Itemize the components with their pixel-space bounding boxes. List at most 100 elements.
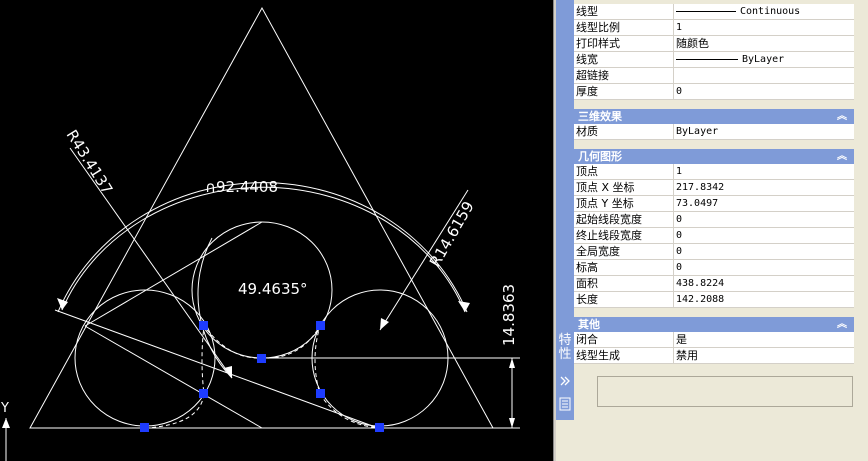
property-value[interactable]: ByLayer (674, 124, 854, 139)
property-row-area[interactable]: 面积 438.8224 (574, 276, 854, 292)
property-row-elevation[interactable]: 标高 0 (574, 260, 854, 276)
grip[interactable] (257, 354, 266, 363)
property-value[interactable]: 438.8224 (674, 276, 854, 291)
section-3d-effects[interactable]: 三维效果 ︽ (574, 109, 854, 124)
vertical-dimension: 14.8363 (500, 284, 518, 346)
grip[interactable] (316, 321, 325, 330)
general-properties-grid: 线型 Continuous 线型比例 1 打印样式 随颜色 线宽 ByLayer… (574, 4, 854, 100)
property-label: 标高 (574, 260, 674, 275)
drawing-canvas[interactable]: ∩92.4408 49.4635° R43.4137 R14.6159 14.8… (0, 0, 553, 461)
property-row-closed[interactable]: 闭合是 (574, 332, 854, 348)
property-value[interactable]: 禁用 (674, 348, 854, 363)
property-value[interactable]: 0 (674, 228, 854, 243)
property-label: 顶点 (574, 164, 674, 179)
property-label: 线型生成 (574, 348, 674, 363)
property-row-start-width[interactable]: 起始线段宽度 0 (574, 212, 854, 228)
section-title: 三维效果 (578, 110, 622, 123)
section-title: 几何图形 (578, 150, 622, 163)
linetype-sample (676, 10, 736, 12)
other-properties-grid: 闭合是 线型生成 禁用 (574, 332, 854, 364)
property-label: 超链接 (574, 68, 674, 83)
property-row-linetype-generation[interactable]: 线型生成 禁用 (574, 348, 854, 364)
property-value[interactable]: Continuous (674, 4, 854, 19)
auto-hide-icon[interactable] (559, 374, 571, 388)
property-label: 闭合 (574, 332, 674, 347)
circle-left (74, 289, 216, 427)
grip[interactable] (140, 423, 149, 432)
property-label: 起始线段宽度 (574, 212, 674, 227)
property-row-thickness[interactable]: 厚度 0 (574, 84, 854, 100)
property-row-end-width[interactable]: 终止线段宽度 0 (574, 228, 854, 244)
radius-right-dimension: R14.6159 (426, 198, 478, 270)
arc-length-dimension: ∩92.4408 (205, 178, 278, 196)
property-value[interactable]: 1 (674, 164, 854, 179)
property-value[interactable]: 142.2088 (674, 292, 854, 307)
property-row-vertex[interactable]: 顶点 1 (574, 164, 854, 180)
tangent-line-1 (54, 309, 379, 429)
arrow-leader-right (380, 318, 389, 330)
property-row-vertex-x[interactable]: 顶点 X 坐标 217.8342 (574, 180, 854, 196)
property-label: 线型 (574, 4, 674, 19)
section-title: 其他 (578, 318, 600, 331)
arrow-arc-right (458, 301, 470, 312)
property-label: 打印样式 (574, 36, 674, 51)
tangent-line-3 (84, 325, 263, 429)
arrow-dim-bottom (509, 418, 515, 428)
property-row-material[interactable]: 材质 ByLayer (574, 124, 854, 140)
collapse-icon[interactable]: ︽ (837, 109, 847, 124)
property-label: 终止线段宽度 (574, 228, 674, 243)
property-row-linetype-scale[interactable]: 线型比例 1 (574, 20, 854, 36)
property-label: 线型比例 (574, 20, 674, 35)
section-geometry[interactable]: 几何图形 ︽ (574, 149, 854, 164)
property-label: 材质 (574, 124, 674, 139)
property-row-global-width[interactable]: 全局宽度 0 (574, 244, 854, 260)
property-value[interactable]: 1 (674, 20, 854, 35)
property-value[interactable]: 0 (674, 84, 854, 99)
property-value[interactable]: 0 (674, 212, 854, 227)
section-other[interactable]: 其他 ︽ (574, 317, 854, 332)
angle-arc (197, 237, 233, 379)
lineweight-value: ByLayer (742, 54, 785, 65)
property-row-vertex-y[interactable]: 顶点 Y 坐标 73.0497 (574, 196, 854, 212)
description-box (597, 376, 853, 407)
collapse-icon[interactable]: ︽ (837, 149, 847, 164)
triangle-outline (29, 6, 494, 429)
tangent-line-2 (84, 221, 263, 327)
property-label: 长度 (574, 292, 674, 307)
property-value[interactable]: 随颜色 (674, 36, 854, 51)
angle-dimension: 49.4635° (238, 280, 308, 298)
properties-menu-icon[interactable] (559, 397, 571, 411)
property-row-linetype[interactable]: 线型 Continuous (574, 4, 854, 20)
property-value[interactable]: 0 (674, 260, 854, 275)
property-value[interactable]: 217.8342 (674, 180, 854, 195)
property-value[interactable]: 是 (674, 332, 854, 347)
property-label: 线宽 (574, 52, 674, 67)
properties-panel: 特性 线型 Continuous 线型比例 1 打印样式 随颜色 线宽 ByLa… (553, 0, 868, 461)
property-value[interactable] (674, 68, 854, 83)
linetype-value: Continuous (740, 6, 801, 17)
grip[interactable] (199, 321, 208, 330)
grip[interactable] (375, 423, 384, 432)
property-value[interactable]: 73.0497 (674, 196, 854, 211)
grip[interactable] (199, 389, 208, 398)
ucs-y-label: Y (0, 401, 9, 416)
property-label: 面积 (574, 276, 674, 291)
property-row-lineweight[interactable]: 线宽 ByLayer (574, 52, 854, 68)
panel-title-strip[interactable]: 特性 (556, 0, 574, 420)
property-label: 厚度 (574, 84, 674, 99)
lineweight-sample (676, 58, 738, 60)
selected-polyline[interactable] (144, 324, 381, 429)
property-row-hyperlink[interactable]: 超链接 (574, 68, 854, 84)
geometry-properties-grid: 顶点 1 顶点 X 坐标 217.8342 顶点 Y 坐标 73.0497 起始线段宽… (574, 164, 854, 308)
grip[interactable] (316, 389, 325, 398)
collapse-icon[interactable]: ︽ (837, 317, 847, 332)
property-row-length[interactable]: 长度 142.2088 (574, 292, 854, 308)
property-row-plot-style[interactable]: 打印样式 随颜色 (574, 36, 854, 52)
property-label: 顶点 X 坐标 (574, 180, 674, 195)
ucs-arrow (2, 418, 10, 428)
property-value[interactable]: 0 (674, 244, 854, 259)
drawing-svg[interactable]: ∩92.4408 49.4635° R43.4137 R14.6159 14.8… (0, 0, 553, 461)
arrow-dim-top (509, 358, 515, 368)
property-value[interactable]: ByLayer (674, 52, 854, 67)
panel-title: 特性 (558, 333, 572, 362)
